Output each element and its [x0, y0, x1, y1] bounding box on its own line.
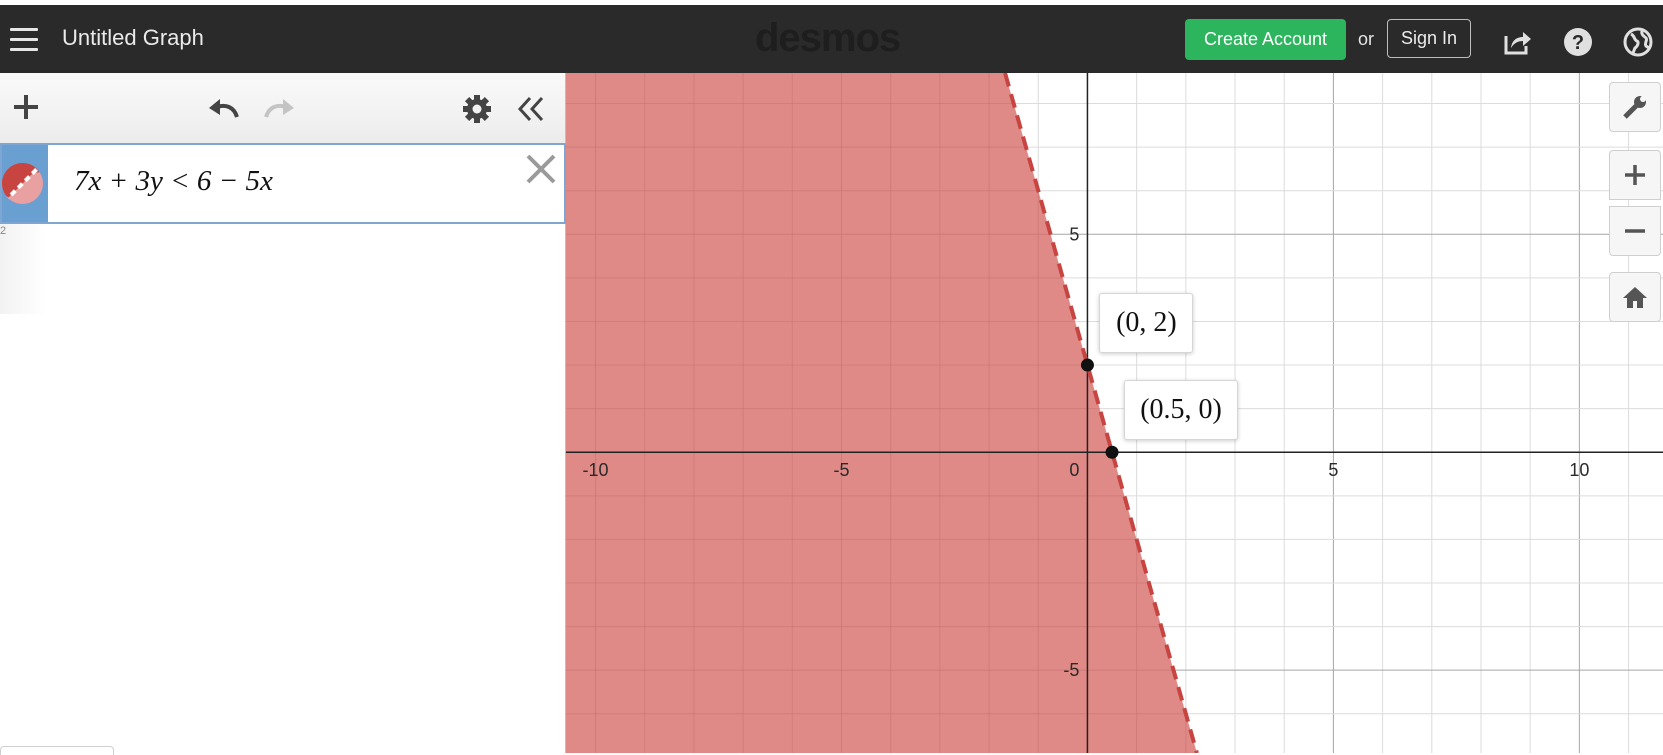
x-tick-label: -5 — [833, 460, 849, 480]
redo-icon[interactable] — [261, 95, 297, 126]
zoom-out-icon[interactable] — [1609, 206, 1661, 256]
empty-expression-tab[interactable] — [0, 224, 46, 314]
top-bar: Untitled Graph desmos Create Account or … — [0, 0, 1663, 73]
graph-title[interactable]: Untitled Graph — [62, 25, 204, 51]
globe-icon[interactable] — [1622, 26, 1654, 58]
expression-tab[interactable] — [2, 145, 48, 222]
graph-canvas[interactable]: -10 -5 5 10 5 -5 0 — [566, 73, 1663, 753]
point-label[interactable]: (0, 2) — [1099, 293, 1194, 354]
expression-toolbar — [0, 73, 565, 143]
svg-text:?: ? — [1572, 32, 1584, 54]
undo-icon[interactable] — [206, 95, 242, 126]
graph-paper[interactable]: -10 -5 5 10 5 -5 0 (0, 2) (0.5, 0) — [566, 73, 1663, 753]
help-icon[interactable]: ? — [1562, 26, 1594, 58]
collapse-icon[interactable] — [517, 95, 545, 128]
x-tick-label: 10 — [1569, 460, 1589, 480]
wrench-icon[interactable] — [1609, 82, 1661, 132]
bottom-panel-tab[interactable] — [0, 746, 114, 755]
share-icon[interactable] — [1502, 26, 1534, 58]
expression-index: 2 — [0, 225, 7, 237]
create-account-button[interactable]: Create Account — [1185, 19, 1346, 60]
point-label[interactable]: (0.5, 0) — [1124, 380, 1239, 441]
x-tick-label: -10 — [583, 460, 609, 480]
x-tick-label: 5 — [1328, 460, 1338, 480]
home-icon[interactable] — [1609, 272, 1661, 322]
expression-latex[interactable]: 7x + 3y < 6 − 5x — [74, 165, 273, 198]
point-marker — [1080, 358, 1094, 372]
inequality-style-icon[interactable] — [2, 163, 43, 204]
settings-icon[interactable] — [463, 95, 491, 128]
expression-list: 7x + 3y < 6 − 5x 2 — [0, 73, 566, 755]
desmos-logo: desmos — [755, 16, 901, 60]
add-icon[interactable] — [12, 93, 40, 126]
sign-in-button[interactable]: Sign In — [1387, 19, 1471, 58]
expression-row[interactable]: 7x + 3y < 6 − 5x — [0, 143, 566, 224]
origin-label: 0 — [1069, 460, 1079, 480]
point-marker — [1105, 445, 1119, 459]
zoom-in-icon[interactable] — [1609, 150, 1661, 200]
close-icon[interactable] — [525, 153, 557, 185]
or-label: or — [1358, 29, 1375, 49]
y-tick-label: 5 — [1069, 224, 1079, 244]
menu-icon[interactable] — [10, 28, 38, 52]
y-tick-label: -5 — [1063, 660, 1079, 680]
